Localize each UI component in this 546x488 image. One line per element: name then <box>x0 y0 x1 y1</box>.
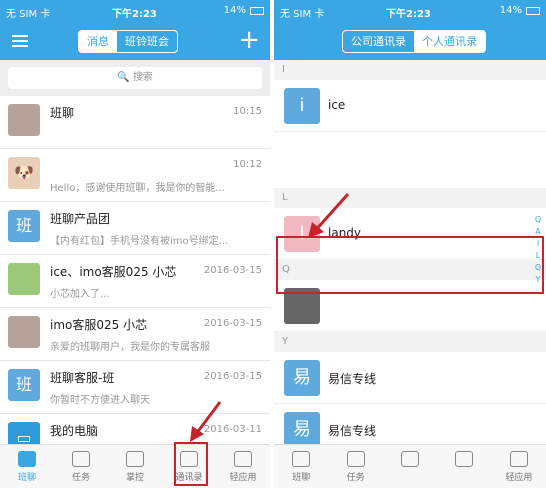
tab-personal-contacts[interactable]: 个人通讯录 <box>414 31 485 52</box>
list-item[interactable]: 班班聊客服-班你暂时不方便进入聊天 2016-03-15 <box>0 361 270 414</box>
avatar: 易 <box>284 360 320 396</box>
search-bar: 🔍 搜索 <box>0 60 270 96</box>
battery-icon <box>250 7 264 15</box>
contact-row[interactable]: 易易信专线 <box>274 352 546 404</box>
list-item[interactable]: ice、imo客服025 小芯 小芯加入了... 2016-03-15 <box>0 255 270 308</box>
status-bar: 无 SIM 卡 下午2:23 14% <box>0 0 270 22</box>
tab-1[interactable]: 任务 <box>54 445 108 488</box>
segmented-control: 公司通讯录 个人通讯录 <box>342 30 486 53</box>
status-bar: 无 SIM 卡 下午2:23 14% <box>274 0 546 22</box>
avatar <box>8 104 40 136</box>
contacts-screen: 无 SIM 卡 下午2:23 14% 公司通讯录 个人通讯录 Ii ice Ll la… <box>274 0 546 488</box>
plus-icon[interactable]: + <box>238 26 260 54</box>
menu-icon[interactable] <box>12 35 28 47</box>
tab-label: 班聊 <box>17 473 36 483</box>
conversation-time: 2016-03-15 <box>203 318 262 329</box>
tab-0[interactable]: 班聊 <box>0 445 54 488</box>
avatar: 班 <box>8 369 40 401</box>
conversation-time: 2016-03-15 <box>203 371 262 382</box>
nav-bar: 公司通讯录 个人通讯录 <box>274 22 546 60</box>
conversation-title: 班聊产品团 <box>50 212 111 226</box>
conversation-preview: 【内有红包】手机号没有被imo号绑定... <box>50 236 229 247</box>
contact-row[interactable]: i ice <box>274 80 546 132</box>
battery-label: 14% <box>499 5 522 16</box>
tab-company-contacts[interactable]: 公司通讯录 <box>343 31 414 52</box>
tab-icon <box>292 451 311 467</box>
bottom-tab-bar: 班聊 任务 掌控 通讯录 轻应用 <box>0 444 270 488</box>
tab-icon <box>72 451 90 467</box>
section-header: I <box>274 60 546 80</box>
conversation-time: 10:15 <box>233 106 262 117</box>
battery-icon <box>526 7 540 15</box>
highlight-box <box>276 236 544 294</box>
avatar: 班 <box>8 210 40 242</box>
conversation-title: 我的电脑 <box>50 424 99 438</box>
segmented-control: 消息 班铃班会 <box>78 30 178 53</box>
tab-label: 轻应用 <box>229 473 257 483</box>
section-header: Y <box>274 332 546 352</box>
tab-label: 任务 <box>71 473 90 483</box>
tab-0[interactable]: 班聊 <box>274 445 328 488</box>
tab-icon <box>401 451 420 467</box>
arrow-annotation <box>308 192 350 238</box>
tab-class-meeting[interactable]: 班铃班会 <box>117 31 177 52</box>
contact-name: ice <box>328 98 346 112</box>
tab-icon <box>509 451 528 467</box>
search-placeholder: 搜索 <box>132 72 153 83</box>
clock: 下午2:23 <box>386 9 431 20</box>
clock: 下午2:23 <box>112 9 157 20</box>
contact-name: 易信专线 <box>328 424 377 438</box>
conversation-time: 10:12 <box>233 159 262 170</box>
tab-icon <box>18 451 36 467</box>
conversation-title: imo客服025 小芯 <box>50 318 148 332</box>
tab-3[interactable] <box>437 445 491 488</box>
list-item[interactable]: 班班聊产品团【内有红包】手机号没有被imo号绑定... <box>0 202 270 255</box>
list-item[interactable]: 🐶 Hello，感谢使用班聊，我是你的智能... 10:12 <box>0 149 270 202</box>
messages-screen: 无 SIM 卡 下午2:23 14% 消息 班铃班会 + 🔍 搜索 班聊 10:1… <box>0 0 270 488</box>
list-item[interactable]: imo客服025 小芯亲爱的班聊用户，我是你的专属客服 2016-03-15 <box>0 308 270 361</box>
tab-icon <box>126 451 144 467</box>
tab-2[interactable] <box>383 445 437 488</box>
conversation-time: 2016-03-15 <box>203 265 262 276</box>
list-item[interactable]: 班聊 10:15 <box>0 96 270 149</box>
arrow-annotation <box>190 401 222 442</box>
conversation-title: ice、imo客服025 小芯 <box>50 265 177 279</box>
conversation-preview: 亲爱的班聊用户，我是你的专属客服 <box>50 342 210 353</box>
tab-4[interactable]: 轻应用 <box>492 445 546 488</box>
conversation-title: 班聊 <box>50 106 75 120</box>
tab-label: 轻应用 <box>505 473 533 483</box>
tab-label: 掌控 <box>125 473 144 483</box>
carrier-label: 无 SIM 卡 <box>280 9 325 20</box>
nav-bar: 消息 班铃班会 + <box>0 22 270 60</box>
avatar <box>8 316 40 348</box>
battery-label: 14% <box>223 5 246 16</box>
avatar: 易 <box>284 412 320 448</box>
tab-icon <box>455 451 474 467</box>
tab-1[interactable]: 任务 <box>328 445 382 488</box>
tab-label: 任务 <box>346 473 365 483</box>
tab-2[interactable]: 掌控 <box>108 445 162 488</box>
conversation-title: 班聊客服-班 <box>50 371 115 385</box>
highlight-box <box>174 442 208 486</box>
avatar: i <box>284 88 320 124</box>
avatar <box>8 263 40 295</box>
search-input[interactable]: 🔍 搜索 <box>8 67 262 89</box>
bottom-tab-bar: 班聊 任务 轻应用 <box>274 444 546 488</box>
search-icon: 🔍 <box>117 72 130 83</box>
carrier-label: 无 SIM 卡 <box>6 9 51 20</box>
tab-messages[interactable]: 消息 <box>79 31 117 52</box>
tab-label: 班聊 <box>292 473 311 483</box>
tab-4[interactable]: 轻应用 <box>216 445 270 488</box>
contact-name: 易信专线 <box>328 372 377 386</box>
index-letter[interactable]: Q <box>533 214 543 226</box>
tab-icon <box>234 451 252 467</box>
conversation-preview: Hello，感谢使用班聊，我是你的智能... <box>50 183 225 194</box>
conversation-preview: 小芯加入了... <box>50 289 110 300</box>
conversation-preview: 你暂时不方便进入聊天 <box>50 395 150 406</box>
tab-icon <box>346 451 365 467</box>
avatar: 🐶 <box>8 157 40 189</box>
